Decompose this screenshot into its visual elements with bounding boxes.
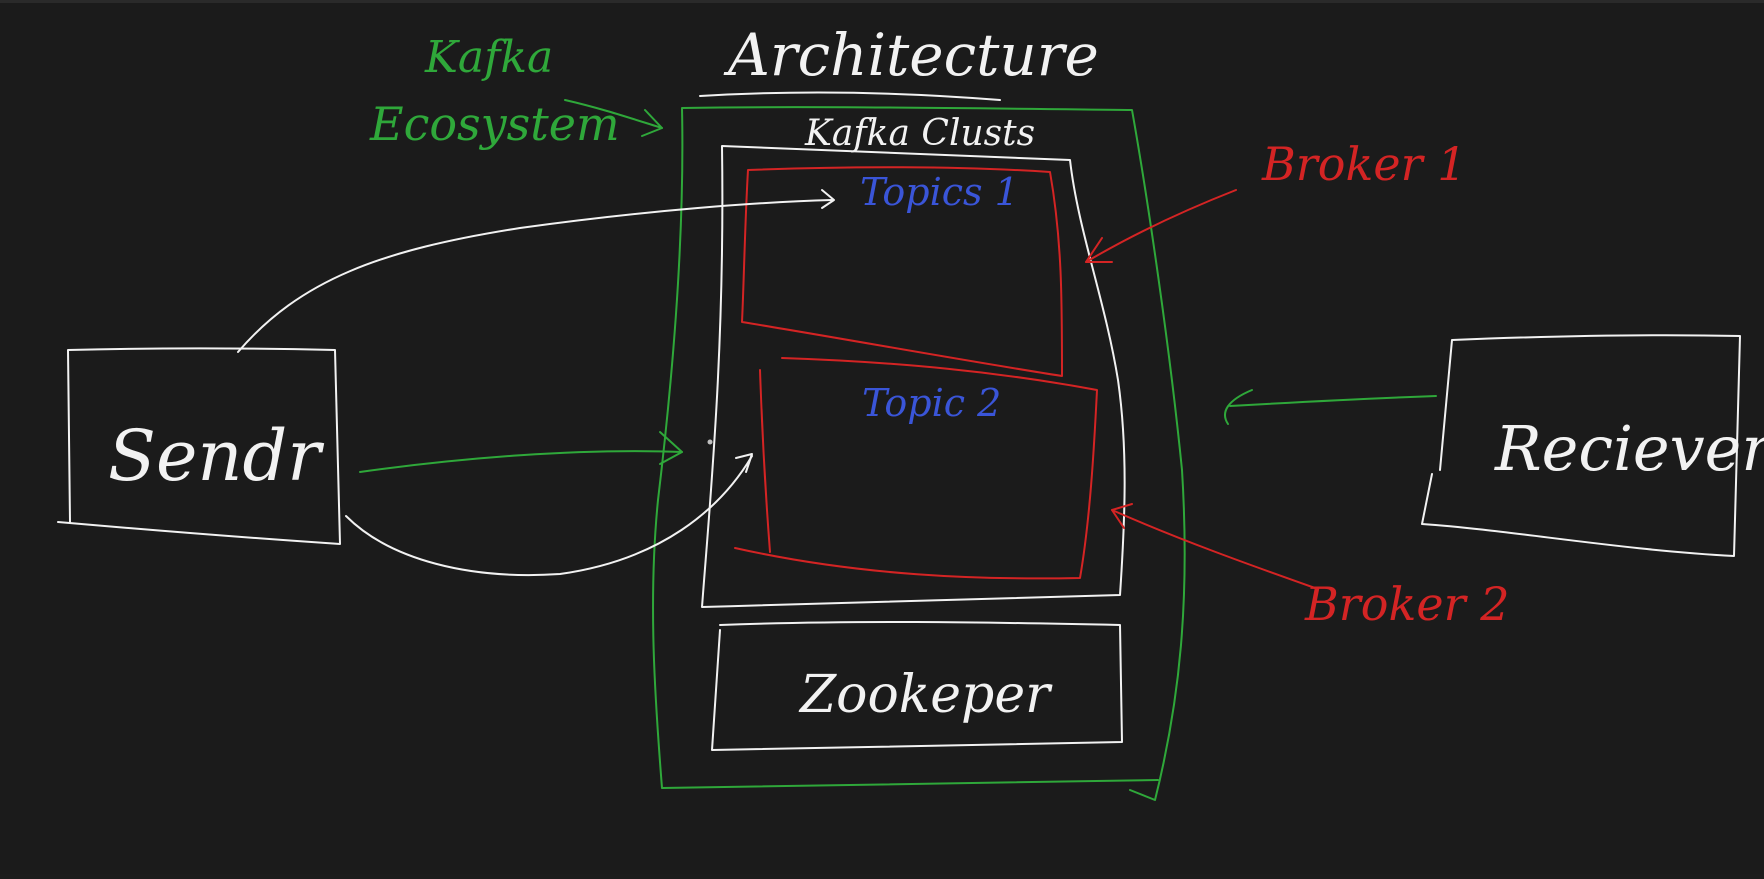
diagram-svg: Architecture Kafka Ecosystem Kafka Clust…	[57, 21, 1764, 801]
sender-to-ecosystem-arrow	[359, 450, 683, 473]
broker2-arrowhead	[1111, 503, 1133, 529]
broker2-label: Broker 2	[1304, 577, 1509, 631]
diagram-title: Architecture	[723, 21, 1099, 89]
zookeeper-label: Zookeper	[798, 665, 1053, 725]
topic1-label: Topics 1	[860, 170, 1019, 214]
ink-dot	[707, 439, 713, 445]
top-edge	[0, 0, 1764, 3]
whiteboard-canvas: Architecture Kafka Ecosystem Kafka Clust…	[0, 0, 1764, 874]
title-underline	[699, 91, 1001, 101]
sender-to-topic1-arrowhead	[821, 189, 835, 209]
sender-to-topic2-arrow	[345, 455, 753, 577]
topic2-label: Topic 2	[862, 381, 1001, 425]
broker1-arrow	[1085, 189, 1237, 263]
kafka-cluster-label: Kafka Clusts	[804, 113, 1035, 154]
receiver-label: Reciever	[1494, 412, 1764, 485]
sender-label: Sendr	[108, 415, 324, 497]
receiver-arrow	[1229, 395, 1437, 407]
ecosystem-label-line1: Kafka	[424, 32, 553, 83]
broker1-label: Broker 1	[1261, 137, 1466, 191]
broker2-arrow	[1111, 509, 1316, 589]
receiver-arrowhead	[1224, 389, 1253, 425]
